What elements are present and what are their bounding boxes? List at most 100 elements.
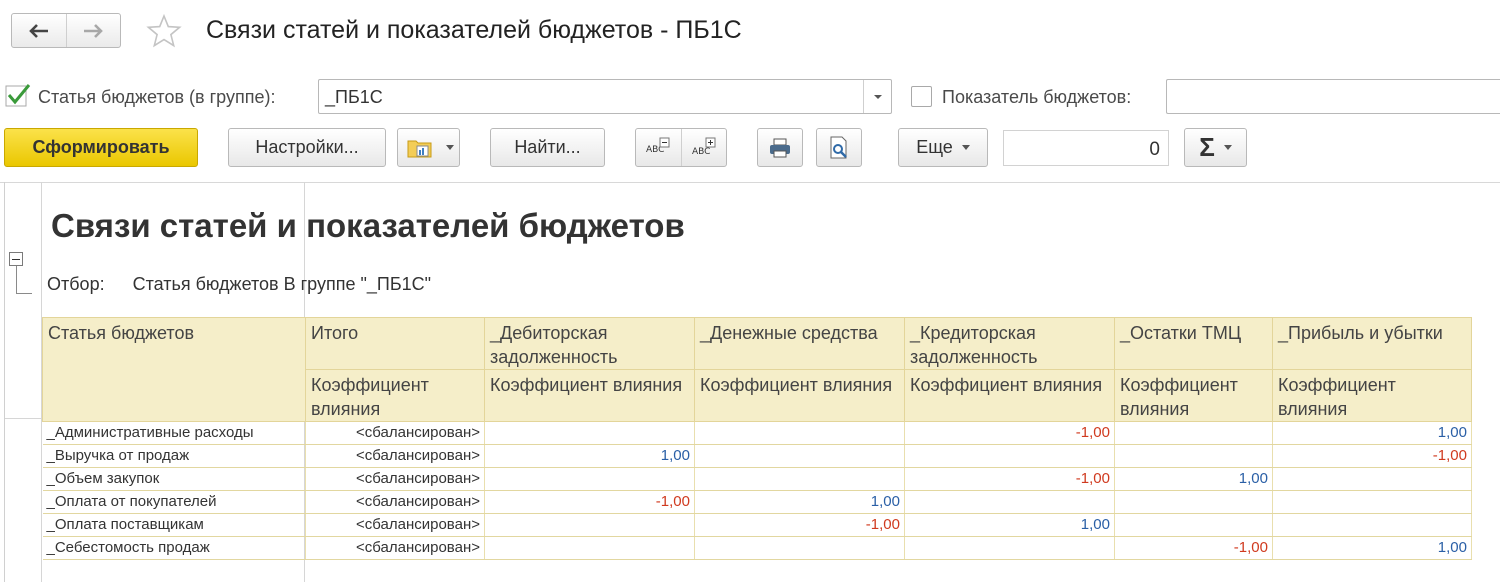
row-value[interactable] [484,513,695,537]
column-header-group: _Остатки ТМЦ [1114,317,1273,370]
table-row[interactable]: _Оплата от покупателей <сбалансирован> -… [42,490,1472,514]
row-value[interactable] [694,421,905,445]
variant-dropdown-part[interactable] [441,129,459,166]
group-toggle-buttons: ABC ABC [635,128,727,167]
row-value[interactable] [694,467,905,491]
expand-groups-button[interactable]: ABC [682,129,727,166]
find-button[interactable]: Найти... [490,128,605,167]
settings-button[interactable]: Настройки... [228,128,386,167]
article-filter-checkbox[interactable] [5,83,31,107]
row-total[interactable]: <сбалансирован> [305,467,485,491]
row-total[interactable]: <сбалансирован> [305,421,485,445]
article-filter-field[interactable]: _ПБ1С [318,79,892,114]
row-article[interactable]: _Себестомость продаж [42,536,306,560]
row-value[interactable]: -1,00 [904,467,1115,491]
window-title: Связи статей и показателей бюджетов - ПБ… [206,16,742,44]
favorite-star-icon[interactable] [146,14,182,48]
arrow-right-icon [84,23,104,38]
row-value[interactable]: -1,00 [1114,536,1273,560]
chevron-down-icon [446,145,455,150]
generate-button[interactable]: Сформировать [4,128,198,167]
sum-value-field[interactable]: 0 [1003,130,1169,166]
row-value[interactable] [904,444,1115,468]
column-header-article: Статья бюджетов [42,317,306,422]
row-value[interactable]: 1,00 [1114,467,1273,491]
row-value[interactable] [1272,467,1472,491]
chevron-down-icon [961,145,970,150]
filter-text: Статья бюджетов В группе "_ПБ1С" [132,274,432,294]
printer-icon [770,138,790,157]
column-header-group: _Прибыль и убытки [1272,317,1472,370]
more-menu-button[interactable]: Еще [898,128,988,167]
variant-menu-button[interactable] [397,128,460,167]
back-button[interactable] [12,14,66,47]
row-value[interactable]: -1,00 [904,421,1115,445]
folder-report-icon [407,140,432,157]
row-article[interactable]: _Административные расходы [42,421,306,445]
report-variant-part[interactable] [398,129,441,166]
filter-label: Отбор: [47,274,105,294]
svg-text:ABC: ABC [692,147,710,157]
report-sheet[interactable]: Связи статей и показателей бюджетов Отбо… [4,182,1500,582]
row-value[interactable]: -1,00 [694,513,905,537]
report-table: Статья бюджетов Итого _Дебиторская задол… [42,317,1472,560]
table-row[interactable]: _Выручка от продаж <сбалансирован> 1,00 … [42,444,1472,468]
table-row[interactable]: _Объем закупок <сбалансирован> -1,00 1,0… [42,467,1472,491]
row-article[interactable]: _Оплата от покупателей [42,490,306,514]
arrow-left-icon [28,23,48,38]
row-value[interactable]: -1,00 [484,490,695,514]
table-row[interactable]: _Себестомость продаж <сбалансирован> -1,… [42,536,1472,560]
row-article[interactable]: _Выручка от продаж [42,444,306,468]
column-subheader-coef: Коэффициент влияния [904,369,1115,422]
row-value[interactable] [694,444,905,468]
row-value[interactable]: -1,00 [1272,444,1472,468]
forward-button[interactable] [65,14,121,47]
group-collapse-toggle[interactable] [9,252,23,266]
article-dropdown-button[interactable] [863,80,891,113]
table-row[interactable]: _Оплата поставщикам <сбалансирован> -1,0… [42,513,1472,537]
indicator-filter-checkbox[interactable] [911,86,932,107]
column-header-group: _Денежные средства [694,317,905,370]
sum-menu-button[interactable]: Σ [1184,128,1247,167]
preview-button[interactable] [816,128,862,167]
collapse-groups-button[interactable]: ABC [636,129,682,166]
indicator-filter-field[interactable] [1166,79,1500,114]
table-row[interactable]: _Административные расходы <сбалансирован… [42,421,1472,445]
row-value[interactable] [904,536,1115,560]
row-value[interactable] [904,490,1115,514]
row-value[interactable] [1114,444,1273,468]
row-value[interactable] [484,467,695,491]
report-title: Связи статей и показателей бюджетов [51,207,685,244]
row-value[interactable] [1114,421,1273,445]
row-value[interactable]: 1,00 [1272,421,1472,445]
row-value[interactable]: 1,00 [904,513,1115,537]
row-value[interactable] [694,536,905,560]
row-value[interactable] [1272,513,1472,537]
column-header-group: _Кредиторская задолженность [904,317,1115,370]
row-value[interactable]: 1,00 [484,444,695,468]
sum-icon: Σ [1199,132,1215,162]
row-value[interactable] [1114,490,1273,514]
print-preview-icon [830,136,847,158]
row-total[interactable]: <сбалансирован> [305,513,485,537]
row-value[interactable]: 1,00 [694,490,905,514]
column-subheader-coef: Коэффициент влияния [1272,369,1472,422]
row-article[interactable]: _Оплата поставщикам [42,513,306,537]
report-filter: Отбор: Статья бюджетов В группе "_ПБ1С" [47,274,431,295]
row-value[interactable]: 1,00 [1272,536,1472,560]
more-label: Еще [916,137,953,157]
row-value[interactable] [484,536,695,560]
print-button[interactable] [757,128,803,167]
row-total[interactable]: <сбалансирован> [305,444,485,468]
row-value[interactable] [1114,513,1273,537]
row-total[interactable]: <сбалансирован> [305,490,485,514]
history-nav [11,13,121,48]
column-header-total: Итого [305,317,485,370]
article-filter-value[interactable]: _ПБ1С [325,87,383,108]
chevron-down-icon [873,94,882,99]
row-total[interactable]: <сбалансирован> [305,536,485,560]
row-value[interactable] [1272,490,1472,514]
row-article[interactable]: _Объем закупок [42,467,306,491]
chevron-down-icon [1223,145,1232,150]
row-value[interactable] [484,421,695,445]
